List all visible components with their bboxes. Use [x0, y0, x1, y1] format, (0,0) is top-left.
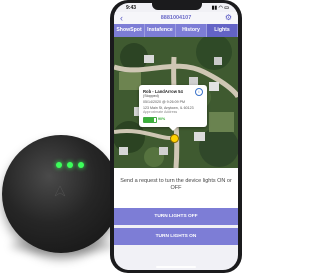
device-leds — [56, 162, 84, 168]
turn-lights-on-button[interactable]: TURN LIGHTS ON — [114, 228, 238, 245]
tab-lights[interactable]: Lights — [207, 24, 238, 37]
gear-icon[interactable]: ⚙ — [225, 13, 232, 22]
device-state: (Stopped) — [143, 94, 159, 98]
led-2 — [67, 162, 73, 168]
lights-message: Send a request to turn the device lights… — [120, 178, 232, 191]
device-location-pin-icon[interactable] — [170, 134, 179, 143]
tab-showspot[interactable]: ShowSpot — [114, 24, 145, 37]
battery-icon — [143, 117, 157, 123]
battery-label: 90% — [158, 117, 166, 121]
home-indicator — [156, 266, 196, 268]
satellite-map[interactable]: Rob - LandArrow 54 i (Stopped) 05/14/202… — [114, 37, 238, 168]
signal-icon: ▮▮ ◠ ▭ — [211, 5, 229, 11]
address-note: Approximate Address — [143, 110, 178, 114]
tab-history[interactable]: History — [176, 24, 207, 37]
page-title: 8881004107 — [160, 15, 192, 21]
status-bar: 9:43 ▮▮ ◠ ▭ — [114, 3, 238, 12]
device-logo-icon — [54, 185, 66, 197]
turn-lights-off-button[interactable]: TURN LIGHTS OFF — [114, 208, 238, 225]
tab-bar: ShowSpot Instafence History Lights — [114, 24, 238, 37]
status-time: 9:43 — [126, 5, 137, 11]
phone-notch — [152, 3, 202, 10]
tab-instafence[interactable]: Instafence — [145, 24, 176, 37]
led-3 — [78, 162, 84, 168]
info-icon[interactable]: i — [195, 88, 203, 96]
device-timestamp: 05/14/2020 @ 9:26:09 PM — [143, 100, 186, 104]
nav-bar: ‹ 8881004107 ⚙ — [114, 12, 238, 24]
phone-frame: 9:43 ▮▮ ◠ ▭ ‹ 8881004107 ⚙ ShowSpot Inst… — [110, 0, 242, 273]
tracker-device-image — [2, 135, 120, 253]
lights-panel: Send a request to turn the device lights… — [114, 168, 238, 208]
led-1 — [56, 162, 62, 168]
phone-screen: 9:43 ▮▮ ◠ ▭ ‹ 8881004107 ⚙ ShowSpot Inst… — [114, 3, 238, 270]
device-info-popup[interactable]: Rob - LandArrow 54 i (Stopped) 05/14/202… — [139, 85, 207, 131]
